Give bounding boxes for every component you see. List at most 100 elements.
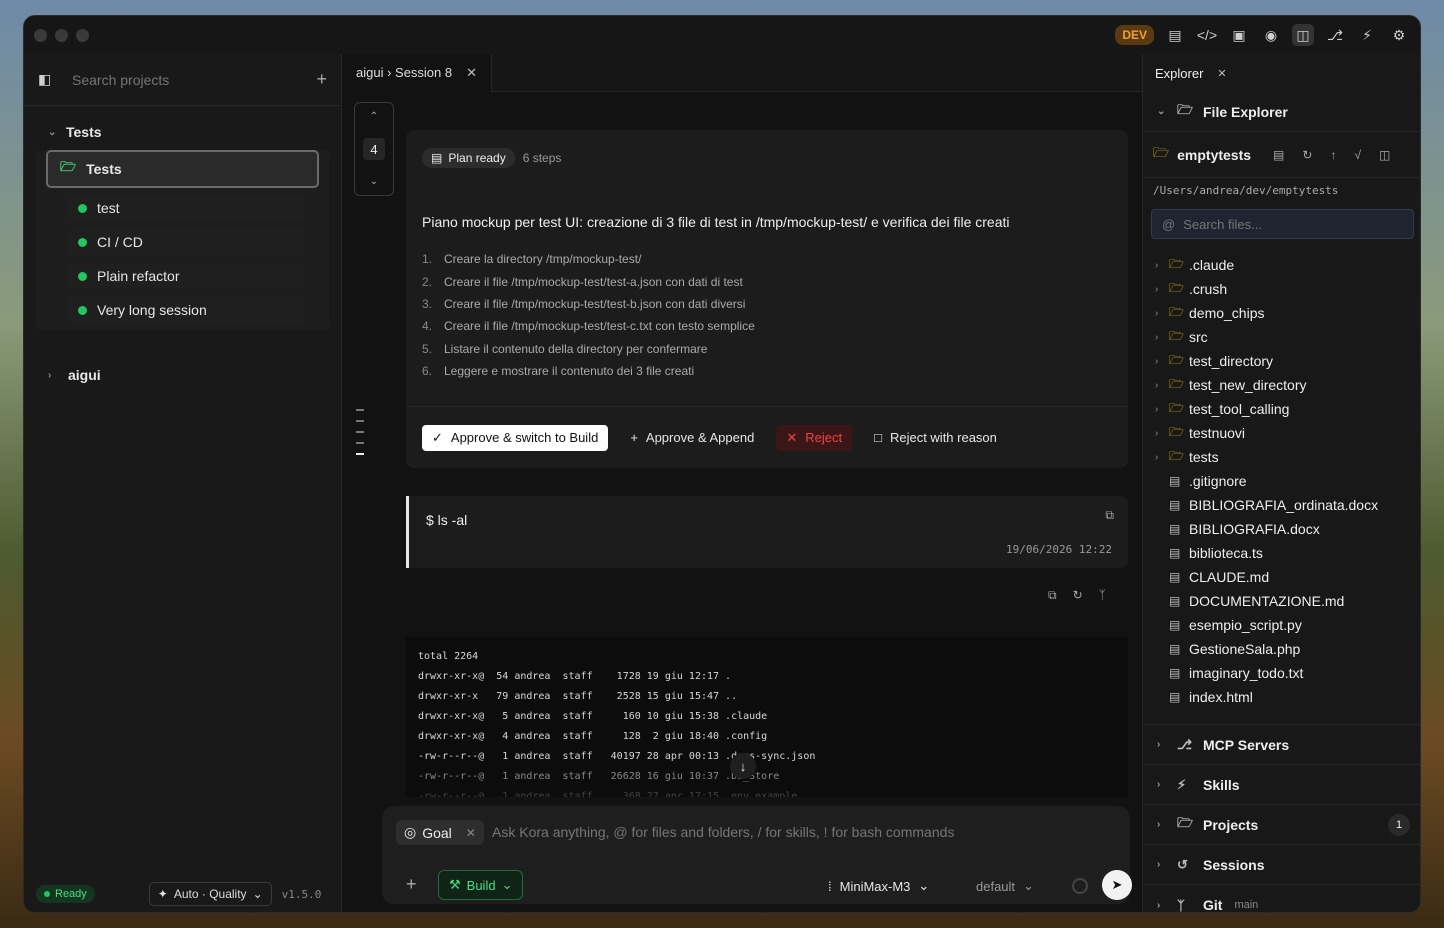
folder-item[interactable]: › 🗁︎ src [1143,325,1420,349]
folder-item[interactable]: › 🗁︎ test_new_directory [1143,373,1420,397]
attach-button[interactable]: + [406,874,417,895]
remove-goal-icon[interactable]: ✕ [466,826,476,840]
new-file-icon[interactable]: ▤ [1273,148,1284,162]
file-item[interactable]: ▤ .gitignore [1143,469,1420,493]
file-item[interactable]: ▤ imaginary_todo.txt [1143,661,1420,685]
minimap-mark-active[interactable] [356,453,364,455]
minimap-mark[interactable] [356,442,364,444]
arrow-up-icon[interactable]: ↑ [1330,148,1336,162]
folder-item[interactable]: › 🗁︎ .claude [1143,253,1420,277]
sidebar-toggle-icon[interactable]: ◧ [38,71,58,88]
code-icon[interactable]: </> [1196,24,1218,46]
approve-append-button[interactable]: + Approve & Append [626,425,758,450]
file-item[interactable]: ▤ esempio_script.py [1143,613,1420,637]
minimap-mark[interactable] [356,420,364,422]
terminal-line: -rw-r--r--@ 1 andrea staff 26628 16 giu … [418,771,780,782]
folder-open-icon: 🗁︎ [60,159,77,174]
copy-icon[interactable]: ⧉ [1105,508,1114,523]
file-item[interactable]: ▤ CLAUDE.md [1143,565,1420,589]
scroll-to-bottom-button[interactable]: ↓ [730,753,756,779]
refresh-icon[interactable]: ↻ [1302,148,1312,162]
project-group-aigui[interactable]: › aigui [24,358,341,392]
prompt-input[interactable] [492,824,1092,840]
terminal-line: drwxr-xr-x@ 5 andrea staff 160 10 giu 15… [418,711,768,722]
file-search-box[interactable]: @ [1151,209,1414,239]
folder-item[interactable]: › 🗁︎ .crush [1143,277,1420,301]
new-folder-icon[interactable]: ◫ [1379,148,1390,162]
close-icon[interactable]: ✕ [1217,67,1226,80]
project-search-input[interactable] [72,71,317,88]
file-item[interactable]: ▤ biblioteca.ts [1143,541,1420,565]
tab-explorer[interactable]: Explorer ✕ [1143,54,1420,92]
session-item-very-long-session[interactable]: Very long session [68,296,305,324]
session-item-plain-refactor[interactable]: Plain refactor [68,262,305,290]
file-item[interactable]: ▤ GestioneSala.php [1143,637,1420,661]
section-sessions[interactable]: › ↺ Sessions [1143,845,1420,885]
bolt-icon: ⚡︎ [1177,776,1187,792]
fork-icon[interactable]: ᛉ [1099,588,1106,603]
plug-icon[interactable]: ⎇ [1324,24,1346,46]
file-tree-icon[interactable]: ▤ [1164,24,1186,46]
minimap-mark[interactable] [356,409,364,411]
file-search-input[interactable] [1183,216,1384,232]
reject-button[interactable]: ✕ Reject [776,424,853,451]
panel-icon[interactable]: ◫ [1292,24,1314,46]
plan-step: 6. Leggere e mostrare il contenuto dei 3 … [422,364,695,379]
close-window-button[interactable] [34,28,47,42]
retry-icon[interactable]: ↻ [1073,588,1083,603]
close-icon[interactable]: ✕ [466,65,477,81]
folder-item[interactable]: › 🗁︎ test_directory [1143,349,1420,373]
send-button[interactable]: ➤ [1102,870,1132,900]
file-icon: ▤ [1169,690,1181,704]
build-mode-select[interactable]: ⚒ Build ⌄ [438,870,524,900]
terminal-icon[interactable]: ▣ [1228,24,1250,46]
model-select[interactable]: ⁞ MiniMax-M3 ⌄ [828,878,929,894]
maximize-window-button[interactable] [76,28,89,42]
terminal-line: drwxr-xr-x@ 4 andrea staff 128 2 giu 18:… [418,731,768,742]
message-minimap[interactable] [356,409,364,464]
bolt-icon[interactable]: ⚡︎ [1356,24,1378,46]
add-project-button[interactable]: + [316,69,327,90]
copy-icon[interactable]: ⧉ [1048,588,1057,603]
chevron-right-icon: › [1155,403,1159,415]
folder-icon: 🗁︎ [1169,424,1184,439]
tab-session[interactable]: aigui › Session 8 ✕ [342,53,493,92]
chevron-down-icon: ⌄ [1023,878,1034,893]
branch-icon[interactable]: √ [1354,148,1361,162]
file-item[interactable]: ▤ index.html [1143,685,1420,709]
minimap-mark[interactable] [356,431,364,433]
settings-icon[interactable]: ⚙︎ [1388,24,1410,46]
plan-title: Piano mockup per test UI: creazione di 3… [422,214,1010,230]
chevron-up-icon[interactable]: ⌃ [370,111,378,122]
folder-item-tests[interactable]: 🗁︎ Tests [46,150,319,188]
section-file-explorer[interactable]: ⌄ 🗁︎ File Explorer [1143,92,1420,132]
section-skills[interactable]: › ⚡︎ Skills [1143,765,1420,805]
file-item[interactable]: ▤ BIBLIOGRAFIA.docx [1143,517,1420,541]
folder-item[interactable]: › 🗁︎ test_tool_calling [1143,397,1420,421]
section-git[interactable]: › ᛉ Git main [1143,885,1420,912]
palette-icon[interactable]: ◉ [1260,24,1282,46]
approve-switch-build-button[interactable]: ✓ Approve & switch to Build [422,424,609,451]
file-item[interactable]: ▤ DOCUMENTAZIONE.md [1143,589,1420,613]
chevron-down-icon[interactable]: ⌄ [370,176,378,187]
file-item[interactable]: ▤ BIBLIOGRAFIA_ordinata.docx [1143,493,1420,517]
folder-item[interactable]: › 🗁︎ demo_chips [1143,301,1420,325]
reject-with-reason-button[interactable]: □ Reject with reason [870,425,1001,450]
group-header-tests[interactable]: ⌄ Tests [36,116,329,148]
folder-item[interactable]: › 🗁︎ testnuovi [1143,421,1420,445]
section-projects[interactable]: › 🗁︎ Projects 1 [1143,805,1420,845]
goal-chip[interactable]: ◎ Goal ✕ [396,820,484,845]
session-item-test[interactable]: test [68,194,305,222]
status-dot [78,271,87,281]
user-command-message: $ ls -al ⧉ 19/06/2026 12:22 [406,496,1128,568]
folder-item[interactable]: › 🗁︎ tests [1143,445,1420,469]
mode-select[interactable]: ✦ Auto · Quality ⌄ [148,882,272,906]
dev-badge: DEV [1115,25,1154,45]
session-item-ci-cd[interactable]: CI / CD [68,228,305,256]
minimize-window-button[interactable] [55,28,68,42]
section-mcp-servers[interactable]: › ⎇ MCP Servers [1143,725,1420,765]
check-icon: ✓ [432,429,443,445]
chevron-down-icon: ⌄ [918,878,930,893]
variant-select[interactable]: default ⌄ [976,878,1034,894]
project-row: 🗁︎ emptytests ▤ ↻ ↑ √ ◫ [1143,132,1420,178]
